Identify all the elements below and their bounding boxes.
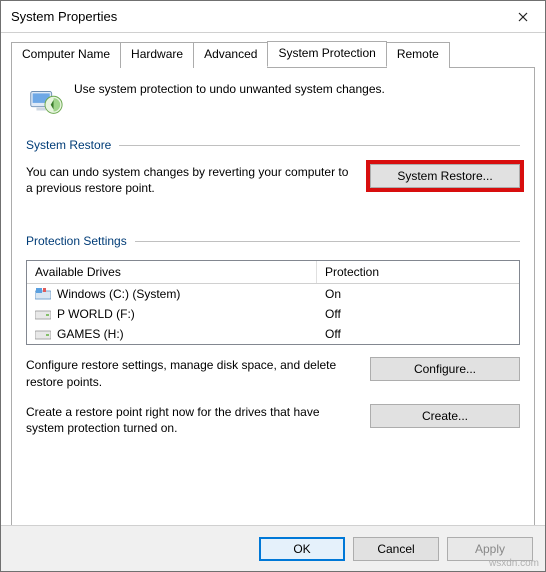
col-header-protection: Protection (317, 261, 519, 283)
watermark: wsxdn.com (489, 558, 539, 569)
table-row[interactable]: P WORLD (F:) Off (27, 304, 519, 324)
configure-row: Configure restore settings, manage disk … (26, 357, 520, 389)
drive-name: GAMES (H:) (57, 327, 124, 341)
drive-cell: P WORLD (F:) (27, 304, 317, 324)
group-protection-settings: Protection Settings (26, 234, 520, 248)
ok-button[interactable]: OK (259, 537, 345, 561)
close-button[interactable] (501, 1, 545, 33)
drives-table[interactable]: Available Drives Protection Windows (C:)… (26, 260, 520, 345)
drive-cell: Windows (C:) (System) (27, 284, 317, 304)
tab-system-protection[interactable]: System Protection (267, 41, 386, 67)
system-restore-desc: You can undo system changes by reverting… (26, 164, 356, 196)
tab-advanced[interactable]: Advanced (193, 42, 268, 68)
create-row: Create a restore point right now for the… (26, 404, 520, 436)
protection-cell: Off (317, 324, 519, 344)
divider (119, 145, 520, 146)
system-restore-row: You can undo system changes by reverting… (26, 164, 520, 196)
group-system-restore: System Restore (26, 138, 520, 152)
divider (135, 241, 520, 242)
system-restore-button[interactable]: System Restore... (370, 164, 520, 188)
window-title: System Properties (11, 9, 501, 24)
configure-desc: Configure restore settings, manage disk … (26, 357, 356, 389)
intro-text: Use system protection to undo unwanted s… (74, 82, 385, 96)
create-button[interactable]: Create... (370, 404, 520, 428)
group-label: System Restore (26, 138, 111, 152)
drive-icon (35, 288, 51, 300)
drive-name: Windows (C:) (System) (57, 287, 180, 301)
dialog-button-bar: OK Cancel Apply (1, 525, 545, 571)
protection-cell: Off (317, 304, 519, 324)
tab-strip: Computer Name Hardware Advanced System P… (11, 41, 535, 67)
titlebar: System Properties (1, 1, 545, 33)
drive-cell: GAMES (H:) (27, 324, 317, 344)
col-header-drives: Available Drives (27, 261, 317, 283)
tab-panel: Use system protection to undo unwanted s… (11, 67, 535, 535)
table-row[interactable]: GAMES (H:) Off (27, 324, 519, 344)
create-desc: Create a restore point right now for the… (26, 404, 356, 436)
tab-remote[interactable]: Remote (386, 42, 450, 68)
protection-cell: On (317, 284, 519, 304)
drive-icon (35, 328, 51, 340)
drive-icon (35, 308, 51, 320)
protection-icon (26, 82, 64, 120)
table-row[interactable]: Windows (C:) (System) On (27, 284, 519, 304)
apply-button[interactable]: Apply (447, 537, 533, 561)
tab-computer-name[interactable]: Computer Name (11, 42, 121, 68)
table-header: Available Drives Protection (27, 261, 519, 284)
configure-button[interactable]: Configure... (370, 357, 520, 381)
cancel-button[interactable]: Cancel (353, 537, 439, 561)
tab-hardware[interactable]: Hardware (120, 42, 194, 68)
intro-row: Use system protection to undo unwanted s… (26, 82, 520, 120)
close-icon (518, 12, 528, 22)
group-label: Protection Settings (26, 234, 127, 248)
drive-name: P WORLD (F:) (57, 307, 135, 321)
